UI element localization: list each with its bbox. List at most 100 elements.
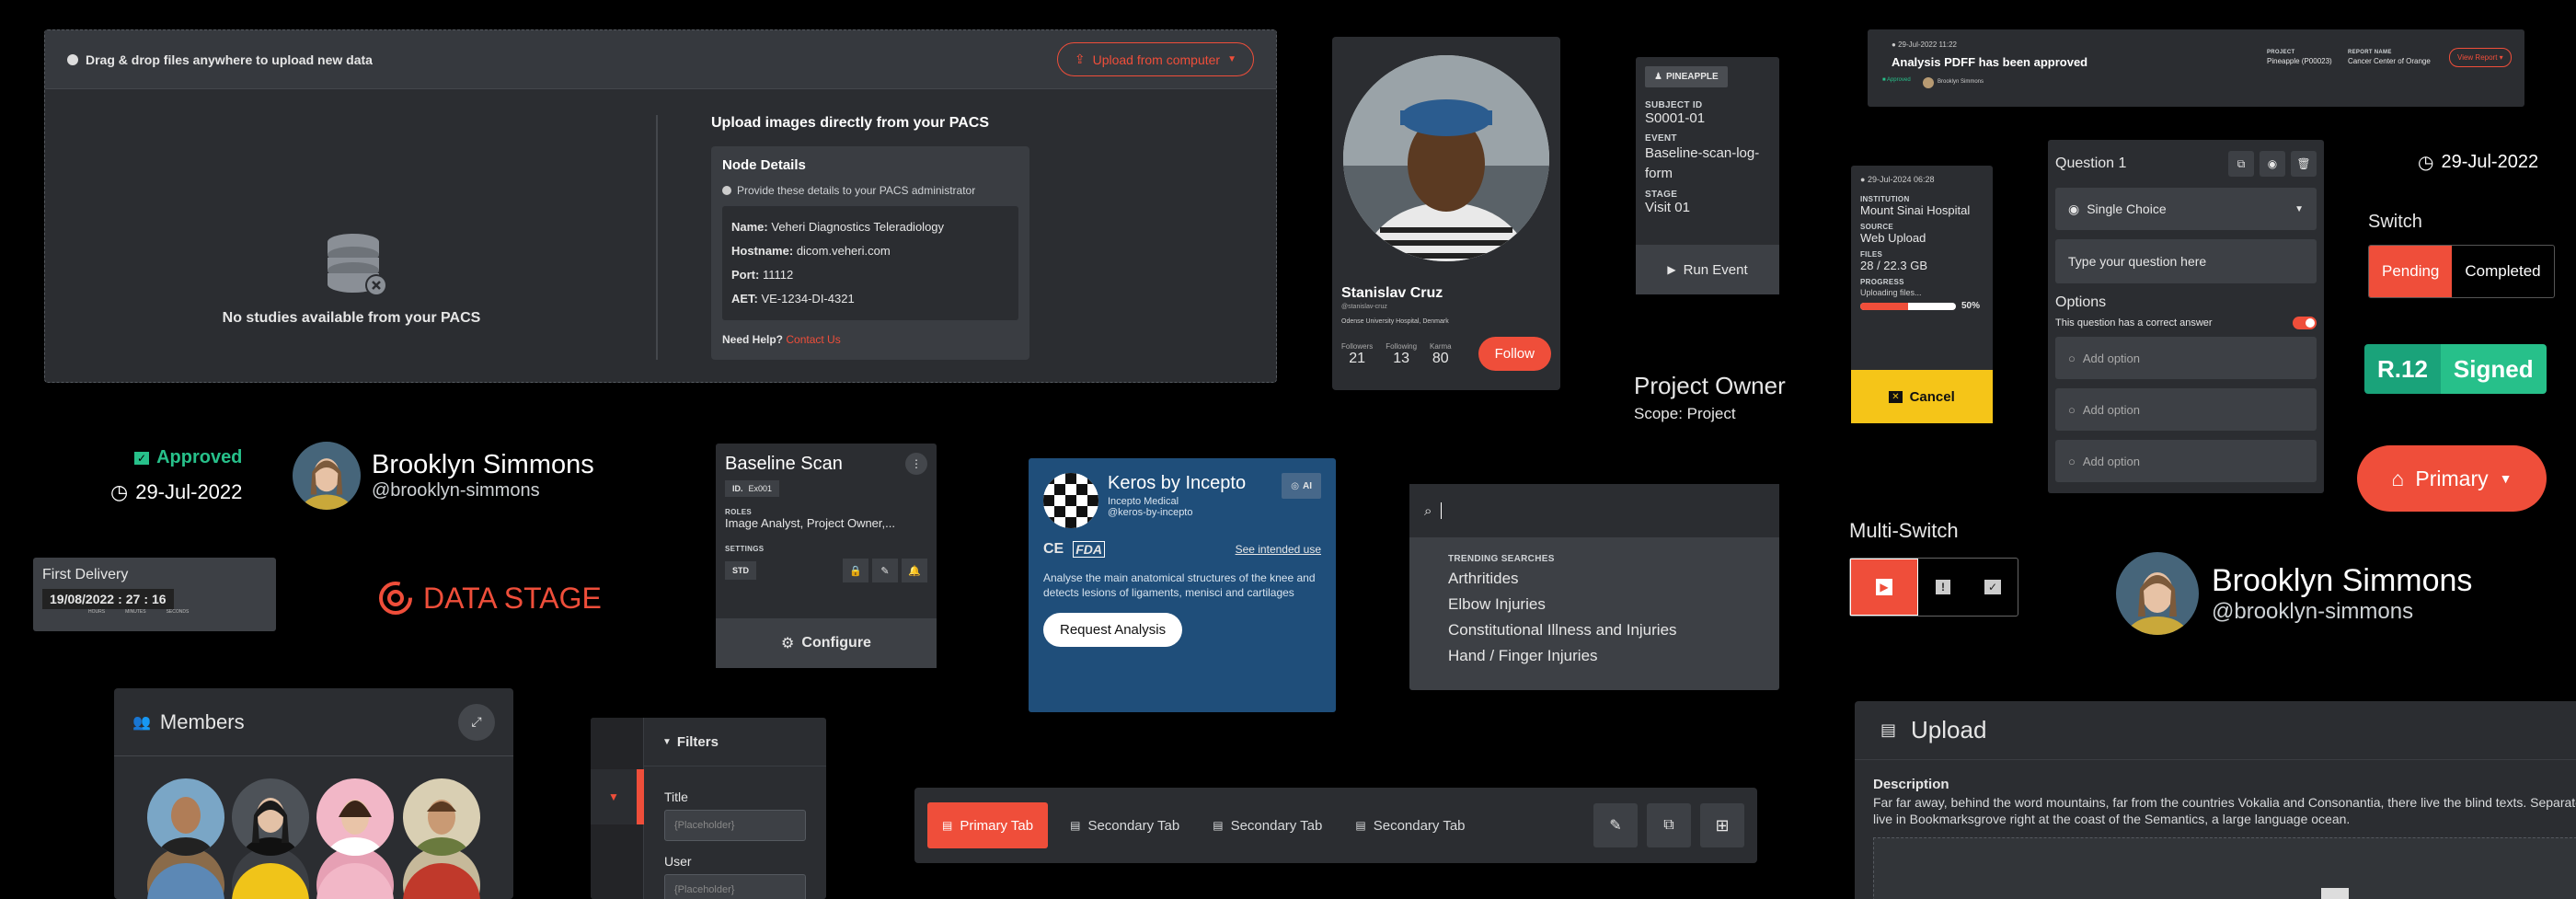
lock-icon[interactable]: 🔒 [843, 559, 868, 582]
upload-date: ● 29-Jul-2024 06:28 [1860, 175, 1935, 184]
search-input[interactable]: ⌕ [1409, 484, 1779, 537]
eye-icon[interactable]: ◉ [2260, 151, 2285, 177]
edit-icon[interactable]: ✎ [872, 559, 898, 582]
approved-status: Approved [156, 447, 243, 467]
institution-label: INSTITUTION [1860, 195, 1910, 203]
stage-value: Visit 01 [1645, 200, 1690, 215]
info-icon [722, 186, 731, 195]
primary-dropdown-button[interactable]: ⌂ Primary ▼ [2357, 445, 2547, 512]
play-icon: ▶ [1876, 579, 1892, 595]
file-icon: ▤ [1880, 720, 1897, 739]
title-input[interactable]: {Placeholder} [664, 810, 806, 841]
trending-item[interactable]: Arthritides [1448, 570, 1779, 588]
contact-us-link[interactable]: Contact Us [786, 333, 840, 346]
option-item[interactable]: ○ Add option [2055, 440, 2317, 482]
alert-option[interactable]: ! [1918, 559, 1968, 616]
date-text: 29-Jul-2022 11:22 [1898, 40, 1957, 49]
first-delivery-card: First Delivery 19/08/2022 : 27 : 16 HOUR… [33, 558, 276, 631]
check-option[interactable]: ✓ [1968, 559, 2018, 616]
question-input[interactable]: Type your question here [2055, 239, 2317, 283]
member-avatar[interactable] [147, 863, 224, 899]
edit-icon[interactable]: ✎ [1593, 803, 1638, 847]
play-option[interactable]: ▶ [1850, 559, 1918, 616]
trending-item[interactable]: Elbow Injuries [1448, 595, 1779, 614]
tab-secondary[interactable]: ▤ Secondary Tab [1202, 802, 1333, 848]
copy-icon[interactable]: ⧉ [2228, 151, 2254, 177]
stat-followers: Followers 21 [1341, 342, 1373, 367]
signed-code: R.12 [2364, 344, 2441, 394]
multi-switch[interactable]: ▶ ! ✓ [1849, 558, 2018, 617]
tab-secondary[interactable]: ▤ Secondary Tab [1059, 802, 1190, 848]
ai-badge: ◎ AI [1282, 473, 1321, 499]
more-icon[interactable]: ⋮ [905, 453, 927, 475]
funnel-icon: ▼ [662, 737, 672, 747]
switch[interactable]: Pending Completed [2368, 245, 2555, 298]
add-icon[interactable]: ⊞ [1700, 803, 1744, 847]
settings-chip: STD [725, 561, 756, 580]
switch-pending[interactable]: Pending [2369, 246, 2453, 297]
upload-panel: ▤ Upload Description Far far away, behin… [1855, 701, 2576, 899]
notification-card: ● 29-Jul-2022 11:22 Analysis PDFF has be… [1868, 29, 2524, 107]
member-avatar[interactable] [232, 863, 309, 899]
upload-dropzone-area[interactable] [1873, 837, 2576, 899]
follow-button[interactable]: Follow [1478, 337, 1551, 371]
member-avatar[interactable] [316, 778, 394, 856]
option-item[interactable]: ○ Add option [2055, 337, 2317, 379]
user-label: User [664, 854, 692, 869]
question-type-select[interactable]: ◉ Single Choice ▼ [2055, 188, 2317, 230]
view-report-button[interactable]: View Report ▾ [2449, 48, 2512, 67]
report-value: Cancer Center of Orange [2348, 57, 2431, 65]
upload-from-computer-button[interactable]: ⇪ Upload from computer ▼ [1056, 42, 1254, 76]
correct-answer-toggle[interactable] [2293, 317, 2317, 329]
status-badge: ■ Approved [1882, 77, 1911, 83]
info-icon [67, 53, 78, 65]
notification-date: ● 29-Jul-2022 11:22 [1892, 40, 1957, 49]
switch-completed[interactable]: Completed [2452, 246, 2553, 297]
bell-icon[interactable]: 🔔 [902, 559, 927, 582]
dropzone-hint: Drag & drop files anywhere to upload new… [86, 52, 373, 67]
upload-dropzone[interactable]: Drag & drop files anywhere to upload new… [44, 29, 1277, 383]
intended-use-link[interactable]: See intended use [1236, 543, 1321, 556]
stat-label: Following [1386, 342, 1418, 351]
database-icon [326, 233, 390, 299]
tab-secondary[interactable]: ▤ Secondary Tab [1344, 802, 1476, 848]
member-avatar[interactable] [147, 778, 224, 856]
date-tag: ◷ 29-Jul-2022 [2418, 151, 2538, 174]
filter-tab-active[interactable]: ▼ [591, 769, 644, 824]
member-avatar[interactable] [403, 778, 480, 856]
run-event-label: Run Event [1683, 261, 1748, 278]
chart-icon: ▤ [1213, 819, 1224, 832]
user-name: Brooklyn Simmons [372, 450, 594, 479]
correct-answer-label: This question has a correct answer [2055, 317, 2213, 328]
tab-primary[interactable]: ▤ Primary Tab [927, 802, 1049, 848]
option-item[interactable]: ○ Add option [2055, 388, 2317, 431]
trending-item[interactable]: Hand / Finger Injuries [1448, 647, 1779, 665]
trending-item[interactable]: Constitutional Illness and Injuries [1448, 621, 1779, 640]
expand-icon[interactable]: ⤢ [458, 703, 495, 741]
copy-icon[interactable]: ⧉ [1647, 803, 1691, 847]
countdown-hours: 27 [125, 592, 141, 606]
configure-button[interactable]: ⚙ Configure [716, 618, 937, 668]
play-icon: ▶ [1667, 263, 1676, 276]
logo-text: DATA STAGE [423, 581, 602, 615]
home-icon: ⌂ [2391, 466, 2405, 490]
files-label: FILES [1860, 250, 1883, 259]
run-event-button[interactable]: ▶ Run Event [1636, 245, 1779, 294]
trash-icon[interactable]: 🗑 [2291, 151, 2317, 177]
ce-mark: CE [1043, 541, 1064, 557]
member-avatar[interactable] [232, 778, 309, 856]
request-analysis-button[interactable]: Request Analysis [1043, 613, 1183, 647]
subject-id-label: SUBJECT ID [1645, 100, 1703, 110]
user-medium: Brooklyn Simmons @brooklyn-simmons [293, 442, 594, 510]
aet-label: AET: [731, 292, 758, 305]
cancel-button[interactable]: ✕ Cancel [1851, 370, 1993, 423]
countdown-date: 19/08/2022 [50, 592, 115, 606]
member-avatar[interactable] [316, 863, 394, 899]
user-input[interactable]: {Placeholder} [664, 874, 806, 899]
member-avatar[interactable] [403, 863, 480, 899]
radio-icon: ◉ [2068, 201, 2080, 216]
stat-following: Following 13 [1386, 342, 1417, 367]
trending-label: TRENDING SEARCHES [1448, 554, 1555, 564]
toggle-knob [2306, 318, 2315, 328]
files-value: 28 / 22.3 GB [1860, 259, 1927, 272]
